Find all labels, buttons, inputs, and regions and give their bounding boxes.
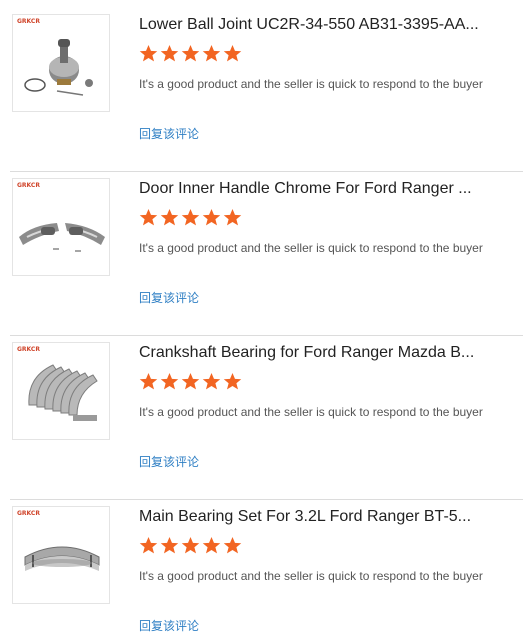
product-thumbnail[interactable]: GRKCR <box>12 342 110 440</box>
crankshaft-bearing-image <box>28 364 98 421</box>
star-icon <box>202 372 221 391</box>
review-comment: It's a good product and the seller is qu… <box>139 241 483 255</box>
divider <box>10 171 523 172</box>
door-handle-image <box>19 223 105 252</box>
main-bearing-image <box>24 546 100 571</box>
star-icon <box>160 372 179 391</box>
reply-link[interactable]: 回复该评论 <box>139 453 199 470</box>
product-title[interactable]: Lower Ball Joint UC2R-34-550 AB31-3395-A… <box>139 16 509 34</box>
review-comment: It's a good product and the seller is qu… <box>139 569 483 583</box>
star-rating <box>139 208 242 228</box>
product-thumbnail[interactable]: GRKCR <box>12 506 110 604</box>
reply-link[interactable]: 回复该评论 <box>139 617 199 634</box>
star-icon <box>160 536 179 555</box>
star-rating <box>139 536 242 556</box>
review-item: GRKCR Lower Ball Joint UC2R-34-550 AB31-… <box>0 14 523 178</box>
star-rating <box>139 44 242 64</box>
star-icon <box>223 372 242 391</box>
divider <box>10 499 523 500</box>
star-icon <box>139 536 158 555</box>
divider <box>10 335 523 336</box>
star-icon <box>181 208 200 227</box>
star-icon <box>202 536 221 555</box>
star-icon <box>139 372 158 391</box>
star-icon <box>223 44 242 63</box>
review-comment: It's a good product and the seller is qu… <box>139 405 483 419</box>
star-icon <box>160 208 179 227</box>
star-icon <box>223 536 242 555</box>
product-title[interactable]: Door Inner Handle Chrome For Ford Ranger… <box>139 180 509 198</box>
product-title[interactable]: Crankshaft Bearing for Ford Ranger Mazda… <box>139 344 509 362</box>
review-item: GRKCR Door Inner Handle Chrome For Ford … <box>0 178 523 342</box>
star-icon <box>223 208 242 227</box>
star-icon <box>202 208 221 227</box>
star-rating <box>139 372 242 392</box>
star-icon <box>139 208 158 227</box>
star-icon <box>181 536 200 555</box>
reply-link[interactable]: 回复该评论 <box>139 125 199 142</box>
product-title[interactable]: Main Bearing Set For 3.2L Ford Ranger BT… <box>139 508 509 526</box>
review-comment: It's a good product and the seller is qu… <box>139 77 483 91</box>
star-icon <box>181 44 200 63</box>
star-icon <box>181 372 200 391</box>
star-icon <box>160 44 179 63</box>
reply-link[interactable]: 回复该评论 <box>139 289 199 306</box>
star-icon <box>139 44 158 63</box>
ball-joint-image <box>24 39 93 96</box>
star-icon <box>202 44 221 63</box>
product-thumbnail[interactable]: GRKCR <box>12 178 110 276</box>
review-item: GRKCR Main Bearing Set For 3.2L Ford Ran… <box>0 506 523 636</box>
product-thumbnail[interactable]: GRKCR <box>12 14 110 112</box>
review-item: GRKCR Crankshaft Bearing for Ford Ranger… <box>0 342 523 506</box>
